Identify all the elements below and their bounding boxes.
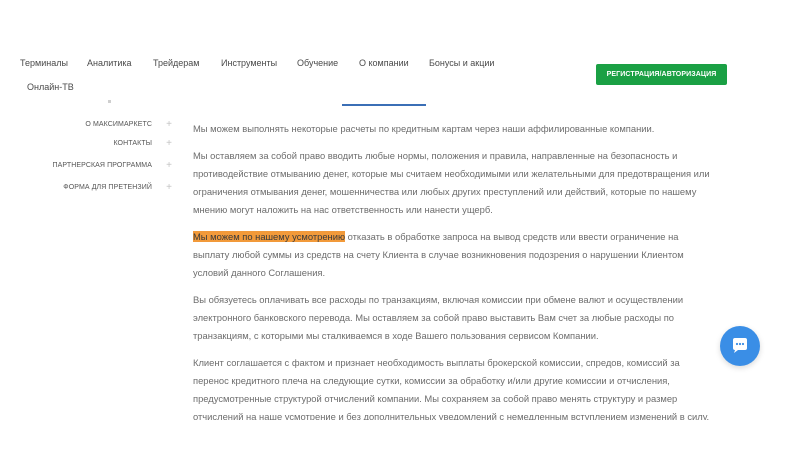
plus-icon[interactable]: + <box>166 183 172 193</box>
nav-item-online-tv[interactable]: Онлайн-ТВ <box>27 82 74 92</box>
paragraph: Мы оставляем за собой право вводить любы… <box>193 150 710 215</box>
nav-item-traders[interactable]: Трейдерам <box>153 58 200 68</box>
plus-icon[interactable]: + <box>166 139 172 149</box>
paragraph: Вы обязуетесь оплачивать все расходы по … <box>193 294 684 341</box>
nav-item-education[interactable]: Обучение <box>297 58 338 68</box>
page-bottom-area <box>0 420 800 454</box>
main-content: Мы можем выполнять некоторые расчеты по … <box>193 120 711 435</box>
sidebar-divider-dot <box>108 100 111 103</box>
chat-button[interactable] <box>720 326 760 366</box>
sidebar-item-contacts[interactable]: КОНТАКТЫ <box>113 140 152 147</box>
highlighted-text: Мы можем по нашему усмотрению <box>193 231 345 242</box>
sidebar-item-partner-program[interactable]: ПАРТНЕРСКАЯ ПРОГРАММА <box>52 162 152 169</box>
top-strip <box>0 0 800 45</box>
sidebar-item-claims-form[interactable]: ФОРМА ДЛЯ ПРЕТЕНЗИЙ <box>63 184 152 191</box>
sidebar-item-about-maximarkets[interactable]: О МАКСИМАРКЕТС <box>85 121 152 128</box>
nav-item-instruments[interactable]: Инструменты <box>221 58 277 68</box>
nav-item-terminals[interactable]: Терминалы <box>20 58 68 68</box>
nav-item-about[interactable]: О компании <box>359 58 409 68</box>
nav-item-bonuses[interactable]: Бонусы и акции <box>429 58 494 68</box>
paragraph: Мы можем выполнять некоторые расчеты по … <box>193 123 655 134</box>
paragraph: Клиент соглашается с фактом и признает н… <box>193 357 710 422</box>
register-login-button[interactable]: РЕГИСТРАЦИЯ/АВТОРИЗАЦИЯ <box>596 64 727 85</box>
chat-bubble-icon <box>733 338 747 353</box>
plus-icon[interactable]: + <box>166 120 172 130</box>
plus-icon[interactable]: + <box>166 161 172 171</box>
nav-item-analytics[interactable]: Аналитика <box>87 58 132 68</box>
nav-active-indicator <box>342 104 426 106</box>
paragraph: Мы можем по нашему усмотрению отказать в… <box>193 228 711 282</box>
